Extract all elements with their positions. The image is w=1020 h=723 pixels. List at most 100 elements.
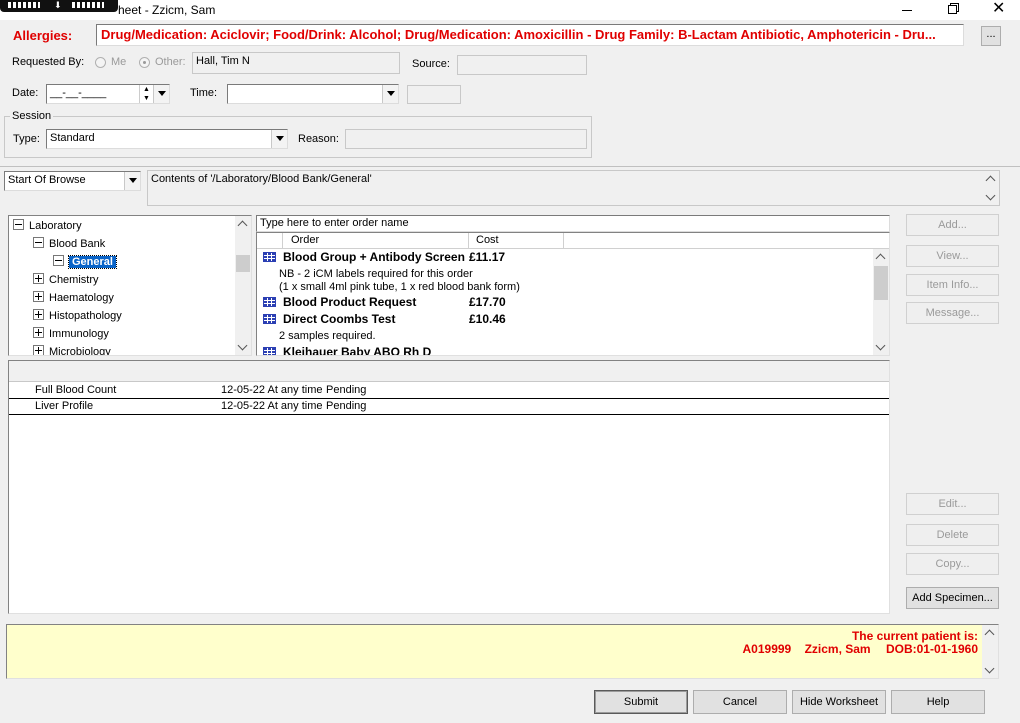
expand-icon[interactable] <box>33 273 44 284</box>
hide-worksheet-button[interactable]: Hide Worksheet <box>792 690 886 714</box>
orders-header-spacer <box>257 233 283 249</box>
order-row[interactable]: Kleihauer Baby ABO Rh D <box>263 345 863 355</box>
copy-button[interactable]: Copy... <box>906 553 999 575</box>
tree-item-chemistry[interactable]: Chemistry <box>33 272 99 288</box>
scroll-down-icon[interactable] <box>982 662 998 678</box>
session-type-label: Type: <box>13 133 40 145</box>
add-button[interactable]: Add... <box>906 214 999 236</box>
patient-id: A019999 <box>742 642 792 656</box>
col-cost-header[interactable]: Cost <box>469 233 564 249</box>
help-button[interactable]: Help <box>891 690 985 714</box>
tree-item-label: Histopathology <box>49 310 122 322</box>
tree-item-general[interactable]: General <box>53 254 117 270</box>
title-bar-overlay[interactable]: ⬇ <box>0 0 118 12</box>
worksheet-row[interactable]: Full Blood Count 12-05-22 At any time Pe… <box>9 383 889 399</box>
item-info-button[interactable]: Item Info... <box>906 274 999 296</box>
order-search-input[interactable]: Type here to enter order name <box>256 215 890 232</box>
tree-item-laboratory[interactable]: Laboratory <box>13 218 82 234</box>
delete-button[interactable]: Delete <box>906 524 999 546</box>
scroll-down-icon[interactable] <box>873 339 889 355</box>
order-row[interactable]: Blood Group + Antibody Screen £11.17 <box>263 250 863 266</box>
date-dropdown-icon[interactable] <box>153 85 169 103</box>
date-spin-up-icon[interactable]: ▲ <box>139 85 153 94</box>
scroll-down-icon[interactable] <box>235 339 251 355</box>
orders-scrollbar[interactable] <box>873 249 889 355</box>
collapse-icon[interactable] <box>53 255 64 266</box>
allergies-label: Allergies: <box>13 28 73 43</box>
order-row[interactable]: Direct Coombs Test £10.46 <box>263 312 863 328</box>
expand-icon[interactable] <box>33 345 44 355</box>
order-name: Blood Group + Antibody Screen <box>283 250 465 264</box>
me-radio-label: Me <box>111 56 127 68</box>
cancel-button[interactable]: Cancel <box>693 690 787 714</box>
scroll-thumb[interactable] <box>236 255 250 272</box>
worksheet-row[interactable]: Liver Profile 12-05-22 At any time Pendi… <box>9 399 889 415</box>
minimize-button[interactable] <box>890 0 924 20</box>
separator <box>0 166 1020 167</box>
session-type-dropdown[interactable]: Standard <box>46 129 288 149</box>
scroll-up-icon[interactable] <box>235 216 251 232</box>
session-group-label: Session <box>10 110 54 122</box>
scroll-up-icon[interactable] <box>982 625 998 641</box>
browse-value: Start Of Browse <box>8 174 86 186</box>
collapse-icon[interactable] <box>13 219 24 230</box>
tree-item-immunology[interactable]: Immunology <box>33 326 109 342</box>
keyboard-icon <box>8 2 40 8</box>
time-dropdown[interactable] <box>227 84 399 104</box>
tree-panel: Laboratory Blood Bank General Chemistry … <box>8 215 252 356</box>
order-note: 2 samples required. <box>279 330 376 342</box>
order-note: NB - 2 iCM labels required for this orde… <box>279 268 473 280</box>
view-button[interactable]: View... <box>906 245 999 267</box>
expand-icon[interactable] <box>33 327 44 338</box>
restore-button[interactable] <box>936 0 970 20</box>
patient-banner-scrollbar[interactable] <box>982 625 998 678</box>
order-cost: £10.46 <box>469 312 506 326</box>
close-icon: ✕ <box>992 0 1006 17</box>
expand-icon[interactable] <box>33 291 44 302</box>
tree-item-histopathology[interactable]: Histopathology <box>33 308 122 324</box>
date-spin-down-icon[interactable]: ▼ <box>139 94 153 103</box>
date-field[interactable]: __-__-____ ▲ ▼ <box>46 84 170 104</box>
requested-by-label: Requested By: <box>12 56 85 68</box>
reason-field <box>345 129 587 149</box>
scroll-thumb[interactable] <box>874 266 888 300</box>
collapse-icon[interactable] <box>33 237 44 248</box>
allergies-field: Drug/Medication: Aciclovir; Food/Drink: … <box>96 24 964 46</box>
order-search-placeholder: Type here to enter order name <box>260 217 409 229</box>
browse-dropdown-icon[interactable] <box>124 172 140 190</box>
message-button[interactable]: Message... <box>906 302 999 324</box>
patient-banner: The current patient is: A019999 Zzicm, S… <box>6 624 999 679</box>
session-type-value: Standard <box>50 132 95 144</box>
submit-button[interactable]: Submit <box>594 690 688 714</box>
scroll-down-icon[interactable] <box>983 189 999 205</box>
tree-item-label: General <box>68 255 117 269</box>
order-row[interactable]: Blood Product Request £17.70 <box>263 295 863 311</box>
patient-details: A019999 Zzicm, Sam DOB:01-01-1960 <box>743 642 978 656</box>
close-button[interactable]: ✕ <box>982 0 1016 20</box>
time-dropdown-icon[interactable] <box>382 85 398 103</box>
col-order-header[interactable]: Order <box>283 233 469 249</box>
tree-item-blood-bank[interactable]: Blood Bank <box>33 236 105 252</box>
tree-item-microbiology[interactable]: Microbiology <box>33 344 111 356</box>
keyboard-icon-2 <box>72 2 104 8</box>
scroll-up-icon[interactable] <box>983 171 999 187</box>
scroll-up-icon[interactable] <box>873 249 889 265</box>
order-name: Direct Coombs Test <box>283 312 396 326</box>
tree-scrollbar[interactable] <box>235 216 251 355</box>
browse-contents-scrollbar[interactable] <box>983 171 999 205</box>
browse-dropdown[interactable]: Start Of Browse <box>4 171 141 191</box>
browse-contents-text: Contents of '/Laboratory/Blood Bank/Gene… <box>151 173 372 185</box>
worksheet-header <box>9 361 889 382</box>
tree-item-haematology[interactable]: Haematology <box>33 290 114 306</box>
source-label: Source: <box>412 58 450 70</box>
me-radio[interactable] <box>95 57 106 68</box>
session-type-dropdown-icon[interactable] <box>271 130 287 148</box>
expand-icon[interactable] <box>33 309 44 320</box>
col-cost-label: Cost <box>476 234 499 246</box>
add-specimen-button[interactable]: Add Specimen... <box>906 587 999 609</box>
edit-button[interactable]: Edit... <box>906 493 999 515</box>
tree-item-label: Microbiology <box>49 346 111 356</box>
other-radio[interactable] <box>139 57 150 68</box>
allergies-more-button[interactable]: ... <box>981 26 1001 46</box>
patient-heading: The current patient is: <box>851 629 978 643</box>
